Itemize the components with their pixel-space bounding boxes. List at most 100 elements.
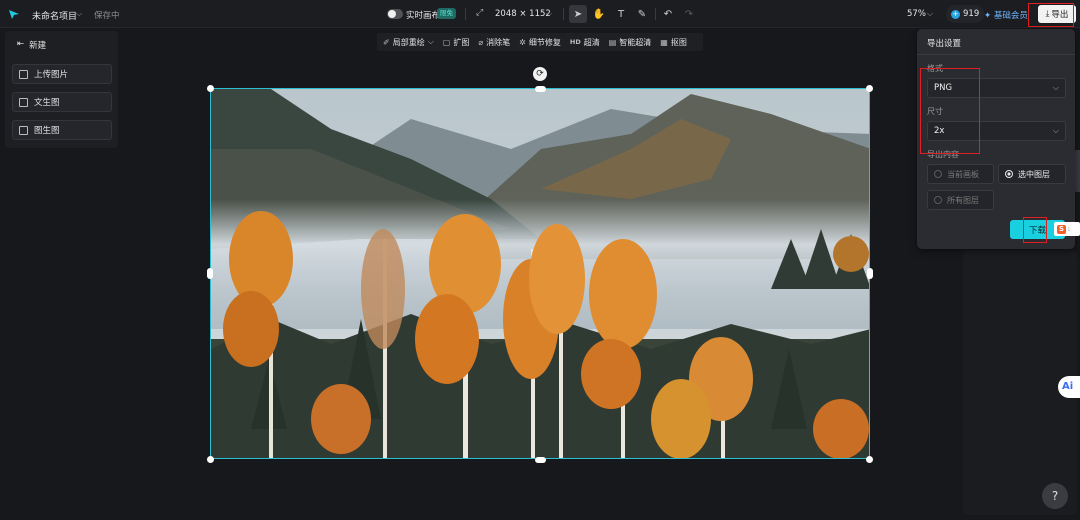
option-label: 所有图层 (947, 195, 979, 205)
save-status: 保存中 (94, 11, 120, 21)
vip-membership[interactable]: ✦ 基础会员 (984, 9, 1028, 21)
credits-counter[interactable]: + 919 (946, 5, 985, 23)
upload-image-button[interactable]: 上传图片 (12, 64, 112, 84)
detail-fix-button[interactable]: ✲ 细节修复 (519, 37, 561, 48)
hd-label: 超清 (583, 37, 600, 47)
resize-handle[interactable] (866, 85, 873, 92)
option-label: 当前画板 (947, 169, 979, 179)
expand-button[interactable]: ▢ 扩图 (443, 37, 470, 48)
divider (917, 54, 1075, 55)
select-tool-icon[interactable]: ➤ (569, 5, 587, 23)
chevron-down-icon[interactable]: ⌵ (927, 9, 933, 19)
live-canvas-toggle[interactable] (387, 9, 403, 19)
size-label: 尺寸 (927, 107, 943, 116)
cutout-label: 抠图 (670, 37, 687, 47)
resize-handle[interactable] (867, 268, 873, 279)
expand-icon: ▢ (442, 37, 451, 47)
inpaint-label: 局部重绘 (392, 37, 425, 47)
ai-assistant-button[interactable]: Ai (1058, 376, 1080, 398)
smart-hd-button[interactable]: ▤ 智能超清 (609, 37, 652, 48)
chevron-down-icon: ⌵ (1052, 83, 1059, 92)
zoom-level[interactable]: 57% (907, 9, 926, 19)
chevron-down-icon: ⌵ (427, 37, 434, 46)
help-button[interactable]: ? (1042, 483, 1068, 509)
export-button[interactable]: ⤓ 导出 (1038, 5, 1076, 23)
hand-tool-icon[interactable]: ✋ (590, 5, 608, 23)
export-label: 导出 (1051, 10, 1069, 20)
format-label: 格式 (927, 64, 943, 73)
download-icon: ⤓ (1045, 9, 1050, 19)
dots-icon: ⁝ (1068, 225, 1070, 233)
app-logo-icon[interactable] (8, 8, 20, 20)
divider (563, 8, 564, 20)
detail-fix-icon: ✲ (519, 37, 526, 47)
resize-handle[interactable] (207, 456, 214, 463)
vip-label: 基础会员 (993, 11, 1028, 21)
hd-icon: HD (569, 38, 581, 46)
input-method-badge: S ⁝ (1054, 222, 1080, 236)
panel-title: 导出设置 (927, 39, 962, 49)
resize-handle[interactable] (866, 456, 873, 463)
resize-handle[interactable] (207, 268, 213, 279)
s-icon: S (1057, 224, 1066, 234)
text-tool-icon[interactable]: T (612, 5, 630, 23)
divider (655, 8, 656, 20)
expand-label: 扩图 (453, 37, 470, 47)
top-bar: 未命名项目 ⌵ 保存中 实时画布 限免 ⤢ 2048 × 1152 ⌵ ➤ ✋ … (0, 0, 1080, 28)
chevron-down-icon[interactable]: ⌵ (76, 9, 82, 19)
format-select[interactable]: PNG ⌵ (927, 78, 1066, 98)
rotate-handle-icon[interactable]: ⟳ (533, 67, 547, 81)
size-select[interactable]: 2x ⌵ (927, 121, 1066, 141)
image-to-image-icon (19, 125, 28, 135)
divider (465, 8, 466, 20)
cutout-icon: ▦ (660, 37, 668, 47)
option-all-layers[interactable]: 所有图层 (927, 190, 994, 210)
cutout-button[interactable]: ▦ 抠图 (660, 37, 687, 48)
free-badge: 限免 (437, 8, 456, 19)
image-edit-toolbar: ✐ 局部重绘 ⌵ ▢ 扩图 ⌀ 消除笔 ✲ 细节修复 HD 超清 ▤ 智能超清 ▦ 抠图 (377, 33, 703, 51)
canvas-size[interactable]: 2048 × 1152 (495, 9, 551, 19)
hd-button[interactable]: HD 超清 (570, 37, 600, 48)
resize-handle[interactable] (207, 85, 214, 92)
image-to-image-label: 图生图 (34, 126, 60, 136)
landscape-image (211, 89, 869, 458)
radio-icon (934, 170, 942, 178)
new-project-button[interactable]: ⇤ 新建 (17, 39, 46, 51)
resize-icon: ⤢ (476, 8, 484, 18)
option-label: 选中图层 (1018, 169, 1050, 179)
format-value: PNG (934, 83, 953, 93)
smart-hd-icon: ▤ (608, 37, 617, 47)
export-content-label: 导出内容 (927, 150, 959, 159)
inpaint-icon: ✐ (383, 37, 390, 47)
eraser-icon: ⌀ (478, 37, 484, 47)
text-to-image-icon (19, 97, 28, 107)
export-settings-panel: 导出设置 格式 PNG ⌵ 尺寸 2x ⌵ 导出内容 当前画板 选中图层 所有图… (917, 29, 1075, 249)
project-title[interactable]: 未命名项目 (32, 9, 77, 22)
left-panel: ⇤ 新建 上传图片 文生图 图生图 (5, 31, 118, 148)
resize-handle[interactable] (535, 86, 546, 92)
inpaint-button[interactable]: ✐ 局部重绘 ⌵ (383, 37, 434, 48)
eraser-label: 消除笔 (486, 37, 511, 47)
text-to-image-label: 文生图 (34, 98, 60, 108)
chevron-down-icon: ⌵ (1052, 126, 1059, 135)
live-canvas-label: 实时画布 (406, 11, 441, 21)
image-to-image-button[interactable]: 图生图 (12, 120, 112, 140)
smart-hd-label: 智能超清 (619, 37, 652, 47)
chevron-down-icon[interactable]: ⌵ (546, 9, 552, 19)
radio-icon (934, 196, 942, 204)
credit-icon: + (951, 9, 960, 19)
redo-icon[interactable]: ↷ (680, 5, 698, 23)
option-current-board[interactable]: 当前画板 (927, 164, 994, 184)
back-arrow-icon: ⇤ (17, 39, 25, 49)
resize-handle[interactable] (535, 457, 546, 463)
option-selected-layer[interactable]: 选中图层 (998, 164, 1066, 184)
eraser-button[interactable]: ⌀ 消除笔 (478, 37, 510, 48)
size-value: 2x (934, 126, 945, 136)
text-to-image-button[interactable]: 文生图 (12, 92, 112, 112)
undo-icon[interactable]: ↶ (659, 5, 677, 23)
new-label: 新建 (29, 41, 47, 51)
upload-image-label: 上传图片 (34, 70, 69, 80)
canvas-image[interactable] (210, 88, 870, 459)
detail-fix-label: 细节修复 (528, 37, 561, 47)
brush-tool-icon[interactable]: ✎ (633, 5, 651, 23)
